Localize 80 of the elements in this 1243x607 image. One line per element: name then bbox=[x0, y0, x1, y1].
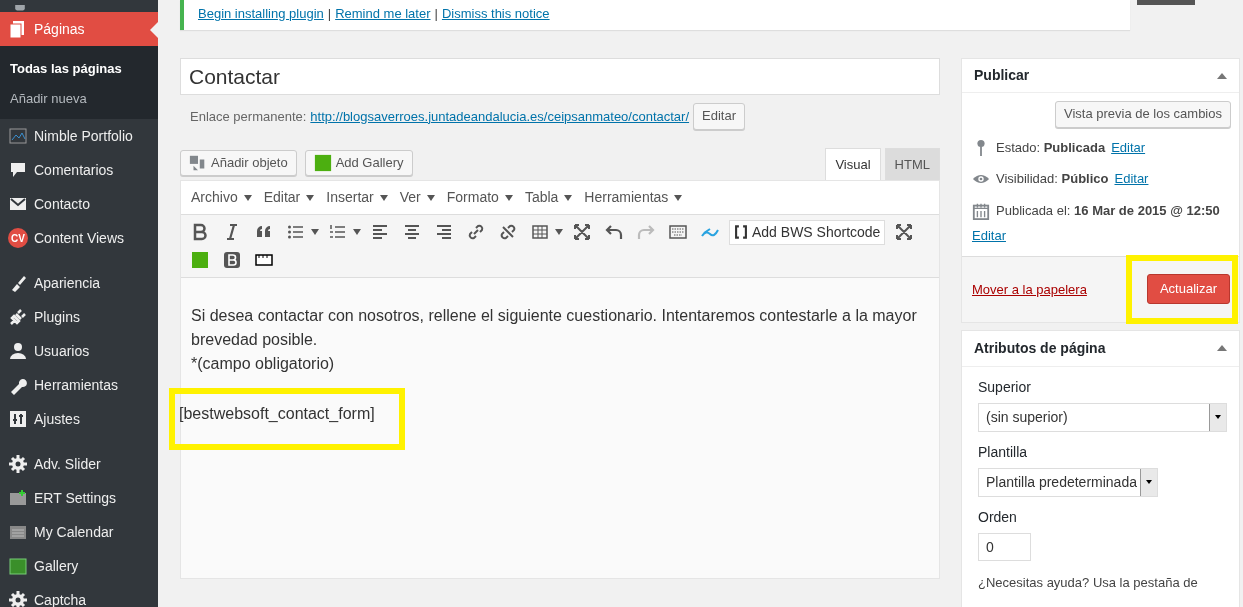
edit-link[interactable]: Editar bbox=[1111, 137, 1146, 158]
input-field[interactable]: 0 bbox=[978, 532, 1031, 561]
sidebar-item[interactable]: Comentarios bbox=[0, 153, 158, 187]
add-media-button[interactable]: Añadir objeto bbox=[180, 149, 297, 177]
sidebar-item[interactable]: Adv. Slider bbox=[0, 447, 158, 481]
paragraph-text: [bestwebsoft_contact_form] bbox=[179, 404, 375, 425]
caret-icon[interactable] bbox=[353, 229, 361, 236]
edit-link[interactable]: Editar bbox=[972, 226, 1006, 246]
panel-title: Atributos de página bbox=[974, 338, 1106, 358]
panel-title: Publicar bbox=[974, 66, 1030, 85]
user-icon bbox=[8, 341, 28, 361]
menu-item[interactable]: Ver bbox=[393, 187, 441, 209]
edit-button[interactable]: Editar bbox=[693, 103, 745, 130]
menu-item[interactable]: Editar bbox=[257, 187, 321, 209]
preview-button[interactable]: Vista previa de los cambios bbox=[1055, 101, 1231, 128]
title-field[interactable]: Contactar bbox=[180, 58, 940, 95]
sidebar-item[interactable]: Captcha bbox=[0, 583, 158, 607]
sidebar-item[interactable]: Páginas bbox=[0, 12, 158, 46]
photo-placeholder bbox=[1137, 0, 1195, 5]
sliders-icon bbox=[8, 409, 28, 429]
brackets-icon bbox=[734, 224, 748, 241]
expand-icon[interactable] bbox=[572, 222, 592, 243]
separator-text: | bbox=[327, 6, 332, 21]
menu-item[interactable]: Tabla bbox=[518, 187, 579, 209]
shortcode-button[interactable]: Add BWS Shortcode bbox=[729, 219, 886, 245]
expand-icon[interactable] bbox=[894, 222, 915, 243]
status-text: Publicada el: 16 Mar de 2015 @ 12:50 bbox=[996, 201, 1220, 220]
badge-icon: CV bbox=[8, 228, 28, 248]
permalink-link[interactable]: http://blogsaverroes.juntadeandalucia.es/ceipsanmateo/contactar/ bbox=[310, 106, 690, 127]
square-icon[interactable] bbox=[190, 250, 210, 271]
status-text: Estado: Publicada bbox=[996, 138, 1106, 157]
caret-icon[interactable] bbox=[555, 229, 563, 236]
permalink-label: Enlace permanente: bbox=[190, 107, 307, 126]
sidebar-item[interactable]: Herramientas bbox=[0, 368, 158, 402]
media-icon bbox=[189, 153, 207, 172]
square-icon bbox=[8, 556, 28, 576]
caret-icon[interactable] bbox=[311, 229, 319, 236]
submenu-item[interactable]: Añadir nueva bbox=[0, 83, 158, 113]
help-text: ¿Necesitas ayuda? Usa la pestaña de bbox=[978, 573, 1199, 592]
bold-badge-icon[interactable] bbox=[222, 250, 242, 271]
menu-item[interactable]: Herramientas bbox=[578, 187, 689, 209]
collapse-icon[interactable] bbox=[1217, 72, 1227, 79]
editor-tab[interactable]: Visual bbox=[825, 147, 881, 181]
collapse-icon[interactable] bbox=[1217, 345, 1227, 352]
field-label: Superior bbox=[978, 377, 1032, 397]
folder-icon bbox=[8, 488, 28, 508]
notice-link[interactable]: Dismiss this notice bbox=[441, 6, 550, 21]
edit-link[interactable]: Editar bbox=[1114, 169, 1149, 189]
picture-icon bbox=[8, 126, 28, 146]
separator-text: | bbox=[434, 6, 438, 21]
sidebar-item[interactable]: CV Content Views bbox=[0, 221, 158, 255]
sidebar-item[interactable]: Ajustes bbox=[0, 402, 158, 436]
sidebar-item[interactable]: My Calendar bbox=[0, 515, 158, 549]
notice-link[interactable]: Begin installing plugin bbox=[198, 6, 324, 21]
sidebar-item[interactable]: Contacto bbox=[0, 187, 158, 221]
trash-link[interactable]: Mover a la papelera bbox=[972, 279, 1087, 300]
sidebar-item[interactable]: Plugins bbox=[0, 300, 158, 334]
update-button[interactable]: Actualizar bbox=[1146, 274, 1230, 304]
plug-icon bbox=[8, 307, 28, 327]
editor-tab[interactable]: HTML bbox=[884, 147, 940, 181]
submenu-item[interactable]: Todas las páginas bbox=[0, 54, 158, 84]
add-gallery-button[interactable]: Add Gallery bbox=[304, 149, 413, 177]
square-icon bbox=[313, 153, 332, 172]
notice-link[interactable]: Remind me later bbox=[335, 6, 431, 21]
gear-icon bbox=[8, 454, 28, 474]
sidebar-item[interactable]: Gallery bbox=[0, 549, 158, 583]
paragraph-text: Si desea contactar con nosotros, rellene el siguiente cuestionario. Intentaremos contestarle a la mayor brevedad posible. *(campo obligatorio) bbox=[191, 306, 918, 375]
field-label: Orden bbox=[978, 507, 1018, 527]
menu-item[interactable]: Formato bbox=[440, 187, 519, 209]
sidebar-item[interactable]: Usuarios bbox=[0, 334, 158, 368]
dropdown-field[interactable]: (sin superior) bbox=[978, 402, 1227, 432]
field-label: Plantilla bbox=[978, 442, 1029, 462]
calendar-icon bbox=[972, 201, 990, 220]
dropdown-field[interactable]: Plantilla predeterminada bbox=[978, 467, 1158, 497]
sidebar-item[interactable]: Nimble Portfolio bbox=[0, 119, 158, 153]
menu-item[interactable]: Archivo bbox=[185, 187, 258, 209]
menu-item[interactable]: Insertar bbox=[320, 187, 394, 209]
status-text: Visibilidad: Público bbox=[996, 170, 1109, 189]
sidebar-item[interactable]: Apariencia bbox=[0, 266, 158, 300]
sidebar-item[interactable]: ERT Settings bbox=[0, 481, 158, 515]
